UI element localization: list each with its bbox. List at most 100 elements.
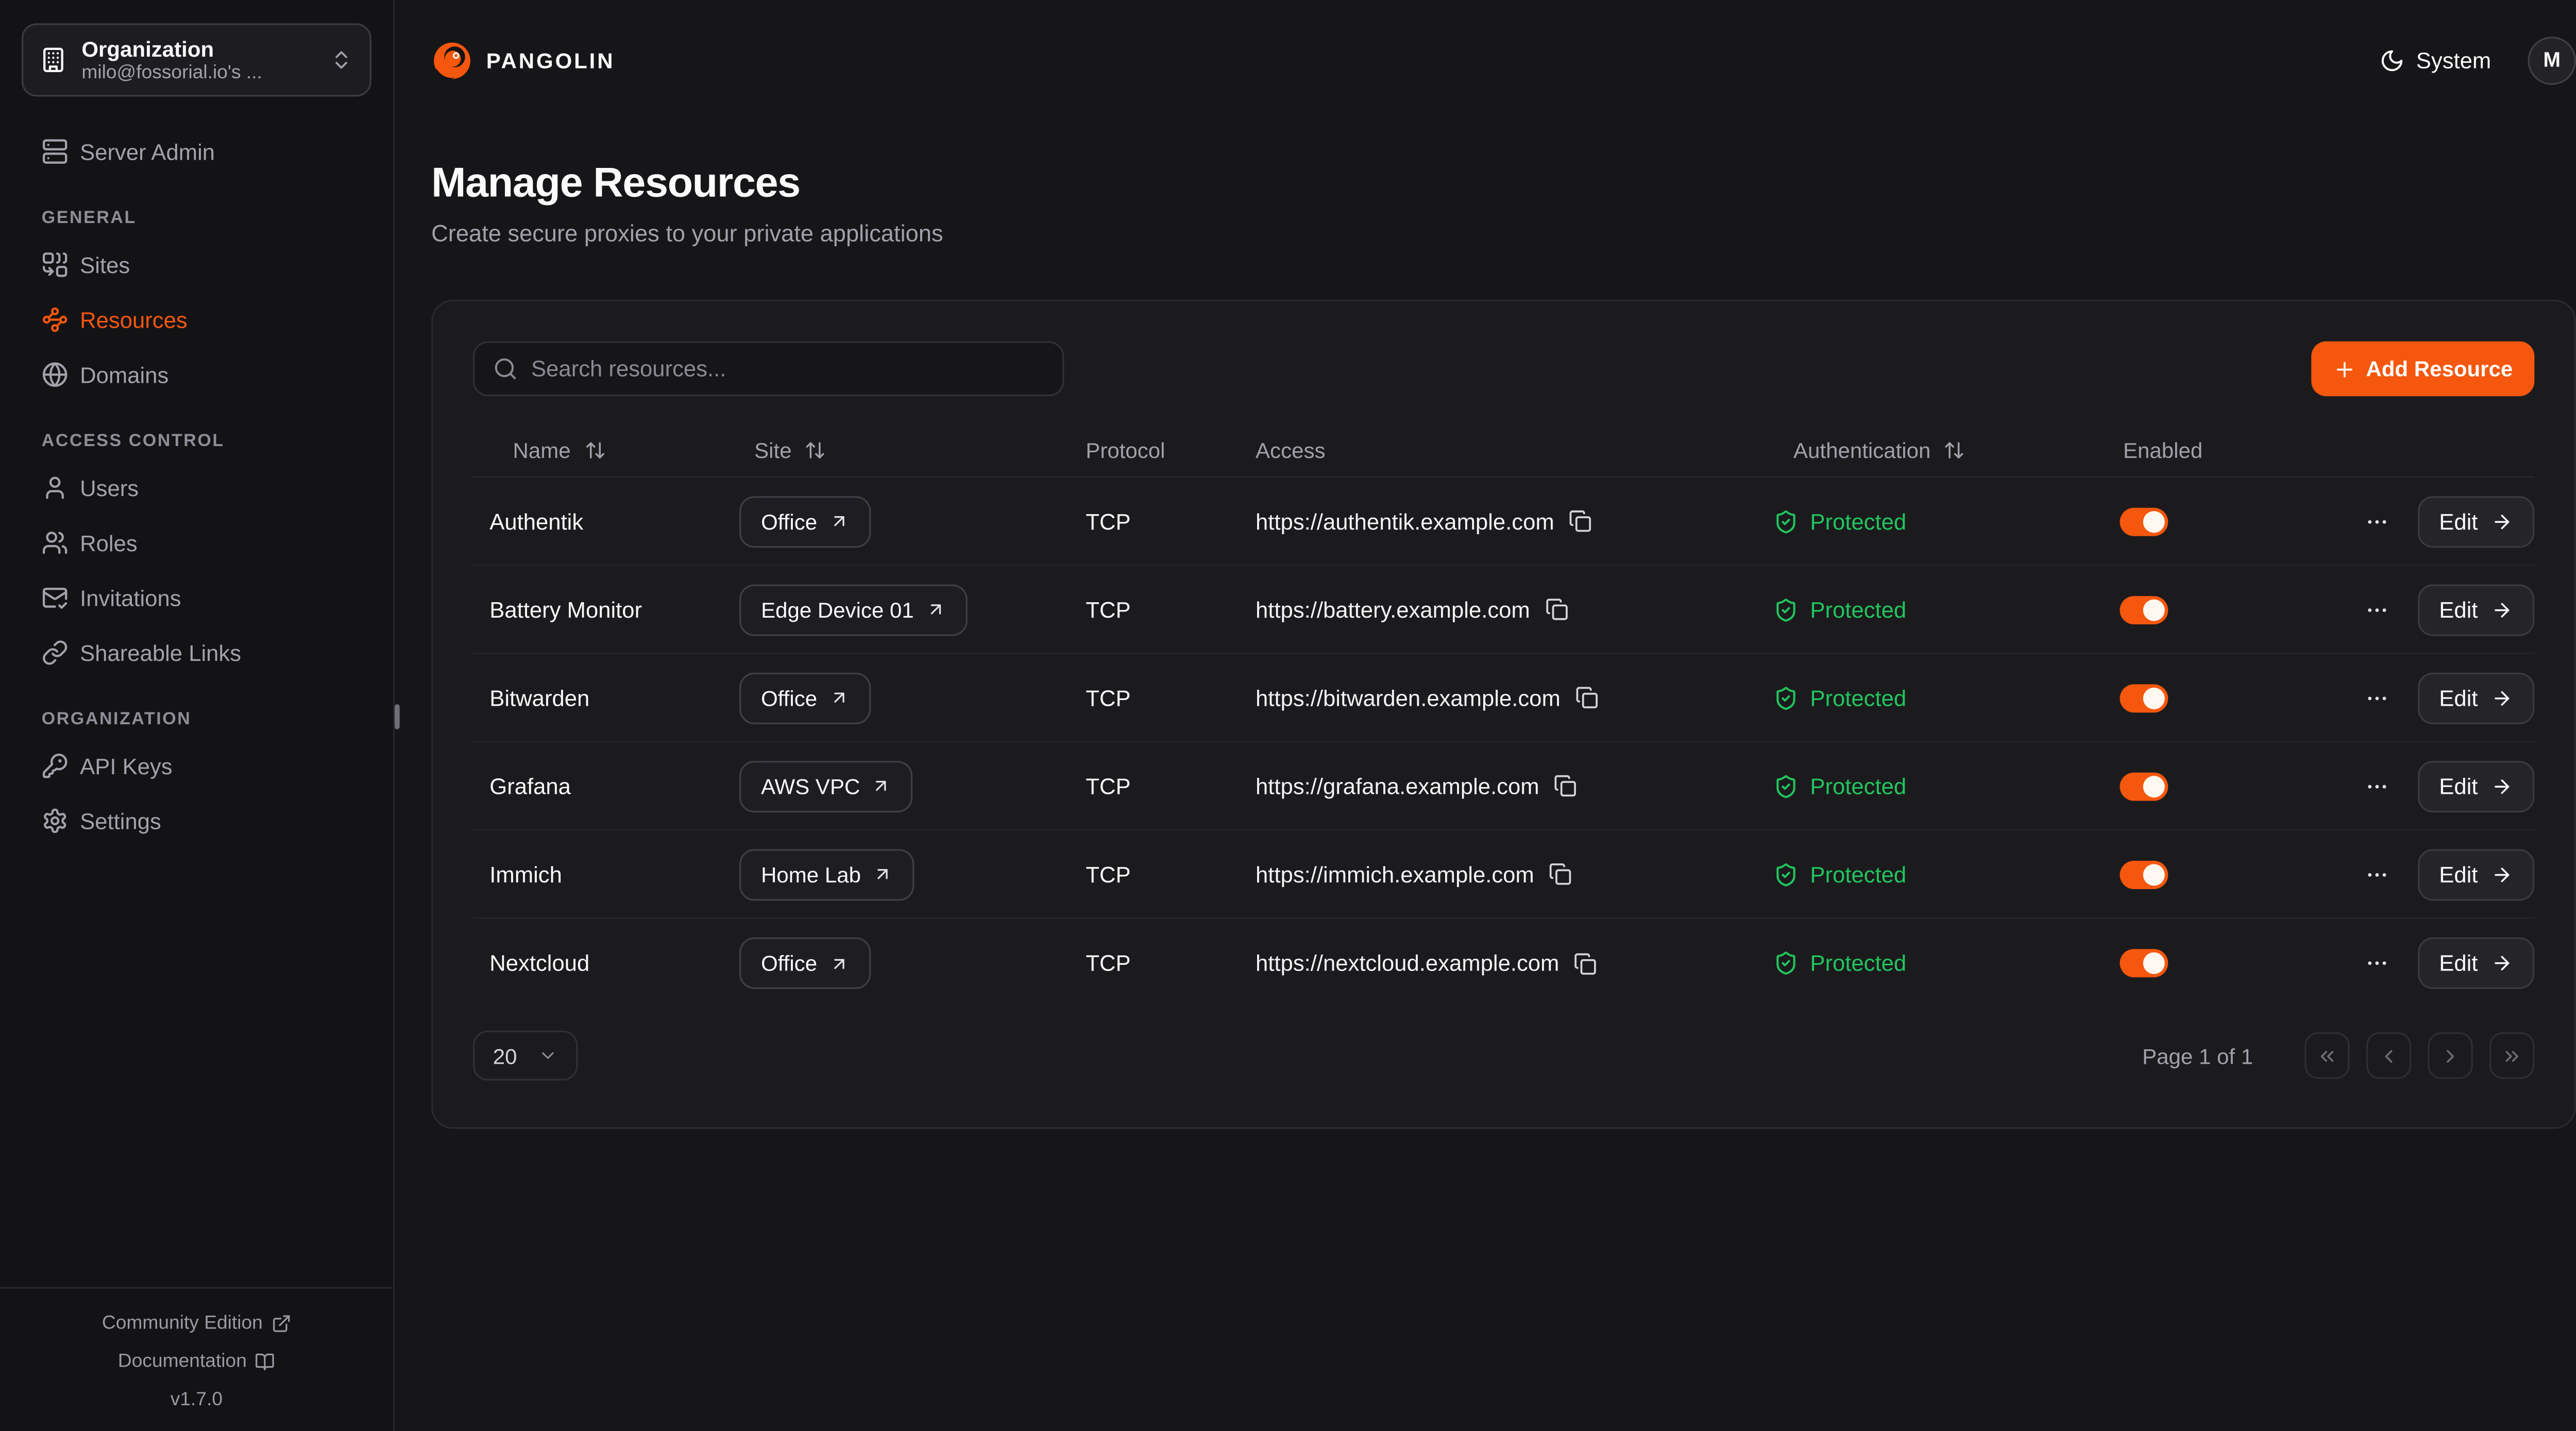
sidebar-item-settings[interactable]: Settings bbox=[22, 794, 371, 847]
moon-icon bbox=[2380, 47, 2404, 72]
auth-status: Protected bbox=[1773, 951, 2120, 976]
edit-button[interactable]: Edit bbox=[2417, 938, 2534, 989]
row-menu-button[interactable] bbox=[2364, 597, 2389, 622]
sidebar-item-sites[interactable]: Sites bbox=[22, 238, 371, 291]
table-row: GrafanaAWS VPCTCPhttps://grafana.example… bbox=[473, 743, 2534, 831]
table-row: Battery MonitorEdge Device 01TCPhttps://… bbox=[473, 566, 2534, 654]
documentation-link[interactable]: Documentation bbox=[0, 1343, 393, 1381]
site-link-button[interactable]: Edge Device 01 bbox=[739, 584, 967, 635]
resource-name: Grafana bbox=[473, 773, 739, 798]
community-edition-link[interactable]: Community Edition bbox=[0, 1304, 393, 1342]
site-link-button[interactable]: Office bbox=[739, 938, 870, 989]
enabled-toggle[interactable] bbox=[2120, 772, 2168, 800]
sites-icon bbox=[42, 251, 69, 278]
add-resource-button[interactable]: Add Resource bbox=[2311, 342, 2535, 397]
column-header-authentication[interactable]: Authentication bbox=[1773, 438, 2120, 463]
theme-toggle[interactable]: System bbox=[2380, 47, 2492, 72]
protocol: TCP bbox=[1086, 773, 1256, 798]
enabled-toggle[interactable] bbox=[2120, 684, 2168, 712]
sidebar-item-label: Users bbox=[80, 475, 139, 500]
first-page-button[interactable] bbox=[2304, 1032, 2349, 1079]
sidebar-footer: Community EditionDocumentationv1.7.0 bbox=[0, 1286, 393, 1431]
arrow-up-right-icon bbox=[925, 600, 945, 620]
edit-button[interactable]: Edit bbox=[2417, 848, 2534, 900]
page-subtitle: Create secure proxies to your private ap… bbox=[431, 220, 2576, 247]
globe-icon bbox=[42, 361, 69, 388]
auth-status: Protected bbox=[1773, 597, 2120, 622]
copy-icon bbox=[1574, 951, 1597, 975]
last-page-button[interactable] bbox=[2489, 1032, 2534, 1079]
copy-url-button[interactable] bbox=[1569, 509, 1592, 533]
copy-url-button[interactable] bbox=[1554, 774, 1578, 797]
enabled-toggle[interactable] bbox=[2120, 949, 2168, 977]
resource-name: Battery Monitor bbox=[473, 597, 739, 622]
site-link-button[interactable]: Office bbox=[739, 672, 870, 723]
site-link-button[interactable]: Office bbox=[739, 496, 870, 547]
resource-name: Nextcloud bbox=[473, 951, 739, 976]
column-header-name[interactable]: Name bbox=[473, 438, 739, 463]
server-icon bbox=[42, 138, 69, 165]
copy-url-button[interactable] bbox=[1575, 686, 1599, 709]
copy-url-button[interactable] bbox=[1574, 951, 1597, 975]
building-icon bbox=[40, 47, 67, 74]
row-menu-button[interactable] bbox=[2364, 862, 2389, 887]
ellipsis-icon bbox=[2364, 951, 2389, 976]
ellipsis-icon bbox=[2364, 685, 2389, 710]
protocol: TCP bbox=[1086, 951, 1256, 976]
row-menu-button[interactable] bbox=[2364, 951, 2389, 976]
sort-icon bbox=[1944, 439, 1965, 461]
sidebar-item-server-admin[interactable]: Server Admin bbox=[22, 125, 371, 178]
brand[interactable]: PANGOLIN bbox=[431, 39, 615, 81]
sidebar-item-resources[interactable]: Resources bbox=[22, 293, 371, 346]
sidebar-item-users[interactable]: Users bbox=[22, 461, 371, 514]
row-menu-button[interactable] bbox=[2364, 508, 2389, 533]
copy-icon bbox=[1545, 598, 1568, 621]
copy-url-button[interactable] bbox=[1545, 598, 1568, 621]
book-open-icon bbox=[255, 1352, 275, 1372]
copy-url-button[interactable] bbox=[1549, 862, 1572, 885]
table-row: ImmichHome LabTCPhttps://immich.example.… bbox=[473, 831, 2534, 919]
enabled-toggle[interactable] bbox=[2120, 507, 2168, 535]
sidebar-item-label: Resources bbox=[80, 307, 188, 332]
next-page-button[interactable] bbox=[2428, 1032, 2472, 1079]
search-input[interactable] bbox=[531, 356, 1044, 381]
enabled-toggle[interactable] bbox=[2120, 595, 2168, 623]
row-menu-button[interactable] bbox=[2364, 773, 2389, 798]
edit-button[interactable]: Edit bbox=[2417, 584, 2534, 635]
sidebar-item-invitations[interactable]: Invitations bbox=[22, 571, 371, 624]
edit-button[interactable]: Edit bbox=[2417, 496, 2534, 547]
chevrons-right-icon bbox=[2501, 1045, 2523, 1066]
copy-icon bbox=[1549, 862, 1572, 885]
edit-button[interactable]: Edit bbox=[2417, 760, 2534, 811]
copy-icon bbox=[1554, 774, 1578, 797]
prev-page-button[interactable] bbox=[2366, 1032, 2411, 1079]
sidebar-item-label: Server Admin bbox=[80, 139, 215, 164]
enabled-toggle[interactable] bbox=[2120, 860, 2168, 888]
pangolin-logo-icon bbox=[431, 39, 473, 81]
sidebar-item-domains[interactable]: Domains bbox=[22, 348, 371, 401]
sort-icon bbox=[584, 439, 605, 461]
topbar-right: System M bbox=[2380, 36, 2576, 84]
version-label: v1.7.0 bbox=[0, 1381, 393, 1419]
copy-icon bbox=[1575, 686, 1599, 709]
app: Organization milo@fossorial.io's ... Ser… bbox=[0, 0, 2576, 1431]
protocol: TCP bbox=[1086, 597, 1256, 622]
page-size-select[interactable]: 20 bbox=[473, 1031, 578, 1081]
site-link-button[interactable]: Home Lab bbox=[739, 848, 914, 900]
external-link-icon bbox=[271, 1314, 291, 1334]
page-size-value: 20 bbox=[493, 1043, 517, 1068]
sidebar-item-roles[interactable]: Roles bbox=[22, 516, 371, 569]
edit-button[interactable]: Edit bbox=[2417, 672, 2534, 723]
sidebar-item-shareable-links[interactable]: Shareable Links bbox=[22, 626, 371, 679]
avatar[interactable]: M bbox=[2528, 36, 2576, 84]
topbar: PANGOLIN System M bbox=[431, 0, 2576, 120]
plus-icon bbox=[2333, 357, 2356, 380]
org-selector[interactable]: Organization milo@fossorial.io's ... bbox=[22, 23, 371, 96]
sidebar-resize-handle[interactable] bbox=[395, 704, 400, 729]
column-header-site[interactable]: Site bbox=[739, 438, 1086, 463]
sidebar-item-api-keys[interactable]: API Keys bbox=[22, 739, 371, 792]
site-link-button[interactable]: AWS VPC bbox=[739, 760, 913, 811]
sidebar-item-label: Invitations bbox=[80, 585, 181, 610]
access-url: https://bitwarden.example.com bbox=[1256, 685, 1561, 710]
row-menu-button[interactable] bbox=[2364, 685, 2389, 710]
